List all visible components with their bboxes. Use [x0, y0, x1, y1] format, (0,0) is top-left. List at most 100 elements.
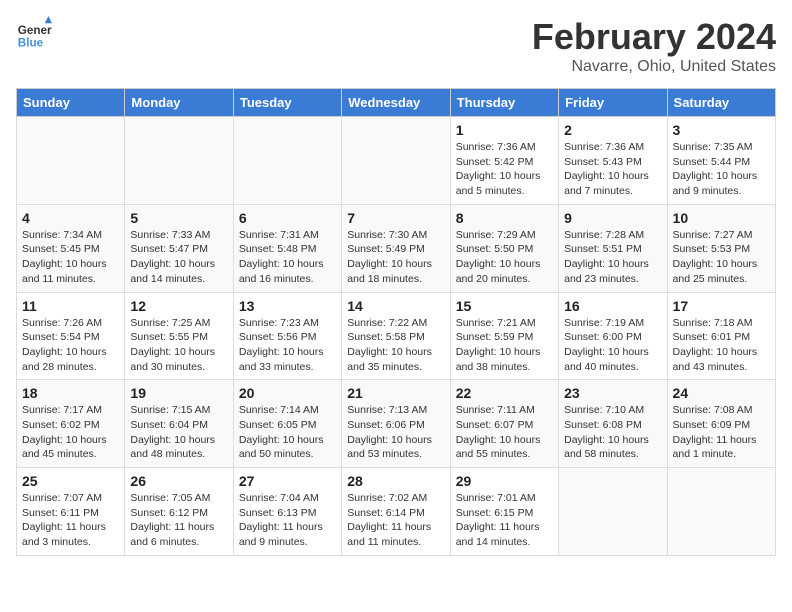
day-info: Sunrise: 7:34 AM Sunset: 5:45 PM Dayligh…	[22, 228, 119, 287]
table-row: 22 Sunrise: 7:11 AM Sunset: 6:07 PM Dayli…	[450, 380, 558, 468]
table-row	[233, 117, 341, 205]
day-info: Sunrise: 7:27 AM Sunset: 5:53 PM Dayligh…	[673, 228, 770, 287]
day-info: Sunrise: 7:04 AM Sunset: 6:13 PM Dayligh…	[239, 491, 336, 550]
day-number: 6	[239, 210, 336, 226]
table-row: 29 Sunrise: 7:01 AM Sunset: 6:15 PM Dayli…	[450, 468, 558, 556]
day-number: 15	[456, 298, 553, 314]
day-number: 28	[347, 473, 444, 489]
table-row: 18 Sunrise: 7:17 AM Sunset: 6:02 PM Dayli…	[17, 380, 125, 468]
calendar-week-row: 18 Sunrise: 7:17 AM Sunset: 6:02 PM Dayli…	[17, 380, 776, 468]
title-block: February 2024 Navarre, Ohio, United Stat…	[532, 16, 776, 76]
day-number: 17	[673, 298, 770, 314]
table-row: 1 Sunrise: 7:36 AM Sunset: 5:42 PM Daylig…	[450, 117, 558, 205]
day-number: 7	[347, 210, 444, 226]
table-row	[342, 117, 450, 205]
day-info: Sunrise: 7:23 AM Sunset: 5:56 PM Dayligh…	[239, 316, 336, 375]
day-info: Sunrise: 7:11 AM Sunset: 6:07 PM Dayligh…	[456, 403, 553, 462]
day-number: 22	[456, 385, 553, 401]
day-info: Sunrise: 7:31 AM Sunset: 5:48 PM Dayligh…	[239, 228, 336, 287]
calendar-week-row: 25 Sunrise: 7:07 AM Sunset: 6:11 PM Dayli…	[17, 468, 776, 556]
day-number: 21	[347, 385, 444, 401]
table-row: 14Sunrise: 7:22 AM Sunset: 5:58 PM Dayli…	[342, 292, 450, 380]
calendar-subtitle: Navarre, Ohio, United States	[532, 58, 776, 76]
day-number: 27	[239, 473, 336, 489]
day-info: Sunrise: 7:01 AM Sunset: 6:15 PM Dayligh…	[456, 491, 553, 550]
day-number: 26	[130, 473, 227, 489]
table-row: 5 Sunrise: 7:33 AM Sunset: 5:47 PM Daylig…	[125, 204, 233, 292]
day-number: 14	[347, 298, 444, 314]
day-number: 9	[564, 210, 661, 226]
day-info: Sunrise: 7:28 AM Sunset: 5:51 PM Dayligh…	[564, 228, 661, 287]
table-row: 9 Sunrise: 7:28 AM Sunset: 5:51 PM Daylig…	[559, 204, 667, 292]
table-row: 10 Sunrise: 7:27 AM Sunset: 5:53 PM Dayli…	[667, 204, 775, 292]
day-info: Sunrise: 7:18 AM Sunset: 6:01 PM Dayligh…	[673, 316, 770, 375]
table-row	[559, 468, 667, 556]
day-number: 20	[239, 385, 336, 401]
table-row: 17 Sunrise: 7:18 AM Sunset: 6:01 PM Dayli…	[667, 292, 775, 380]
table-row: 20 Sunrise: 7:14 AM Sunset: 6:05 PM Dayli…	[233, 380, 341, 468]
calendar-table: Sunday Monday Tuesday Wednesday Thursday…	[16, 88, 776, 556]
col-wednesday: Wednesday	[342, 89, 450, 117]
day-number: 10	[673, 210, 770, 226]
day-number: 12	[130, 298, 227, 314]
day-number: 4	[22, 210, 119, 226]
day-info: Sunrise: 7:07 AM Sunset: 6:11 PM Dayligh…	[22, 491, 119, 550]
day-number: 11	[22, 298, 119, 314]
day-info: Sunrise: 7:21 AM Sunset: 5:59 PM Dayligh…	[456, 316, 553, 375]
day-info: Sunrise: 7:29 AM Sunset: 5:50 PM Dayligh…	[456, 228, 553, 287]
day-info: Sunrise: 7:19 AM Sunset: 6:00 PM Dayligh…	[564, 316, 661, 375]
table-row: 24Sunrise: 7:08 AM Sunset: 6:09 PM Dayli…	[667, 380, 775, 468]
day-number: 18	[22, 385, 119, 401]
logo: General Blue	[16, 16, 52, 52]
table-row: 26Sunrise: 7:05 AM Sunset: 6:12 PM Dayli…	[125, 468, 233, 556]
calendar-week-row: 1 Sunrise: 7:36 AM Sunset: 5:42 PM Daylig…	[17, 117, 776, 205]
table-row: 11 Sunrise: 7:26 AM Sunset: 5:54 PM Dayli…	[17, 292, 125, 380]
day-number: 29	[456, 473, 553, 489]
svg-text:General: General	[18, 24, 52, 37]
day-info: Sunrise: 7:33 AM Sunset: 5:47 PM Dayligh…	[130, 228, 227, 287]
table-row	[17, 117, 125, 205]
day-info: Sunrise: 7:36 AM Sunset: 5:43 PM Dayligh…	[564, 140, 661, 199]
day-info: Sunrise: 7:15 AM Sunset: 6:04 PM Dayligh…	[130, 403, 227, 462]
table-row: 12Sunrise: 7:25 AM Sunset: 5:55 PM Dayli…	[125, 292, 233, 380]
day-number: 24	[673, 385, 770, 401]
table-row: 27 Sunrise: 7:04 AM Sunset: 6:13 PM Dayli…	[233, 468, 341, 556]
day-info: Sunrise: 7:13 AM Sunset: 6:06 PM Dayligh…	[347, 403, 444, 462]
col-friday: Friday	[559, 89, 667, 117]
day-number: 3	[673, 122, 770, 138]
day-number: 16	[564, 298, 661, 314]
day-info: Sunrise: 7:10 AM Sunset: 6:08 PM Dayligh…	[564, 403, 661, 462]
col-tuesday: Tuesday	[233, 89, 341, 117]
day-info: Sunrise: 7:36 AM Sunset: 5:42 PM Dayligh…	[456, 140, 553, 199]
day-number: 1	[456, 122, 553, 138]
table-row: 23Sunrise: 7:10 AM Sunset: 6:08 PM Dayli…	[559, 380, 667, 468]
day-number: 8	[456, 210, 553, 226]
table-row: 16 Sunrise: 7:19 AM Sunset: 6:00 PM Dayli…	[559, 292, 667, 380]
table-row: 15 Sunrise: 7:21 AM Sunset: 5:59 PM Dayli…	[450, 292, 558, 380]
day-number: 25	[22, 473, 119, 489]
day-info: Sunrise: 7:14 AM Sunset: 6:05 PM Dayligh…	[239, 403, 336, 462]
table-row: 19 Sunrise: 7:15 AM Sunset: 6:04 PM Dayli…	[125, 380, 233, 468]
day-info: Sunrise: 7:26 AM Sunset: 5:54 PM Dayligh…	[22, 316, 119, 375]
calendar-week-row: 4 Sunrise: 7:34 AM Sunset: 5:45 PM Daylig…	[17, 204, 776, 292]
day-number: 13	[239, 298, 336, 314]
table-row: 25 Sunrise: 7:07 AM Sunset: 6:11 PM Dayli…	[17, 468, 125, 556]
calendar-title: February 2024	[532, 16, 776, 58]
table-row	[667, 468, 775, 556]
table-row: 7Sunrise: 7:30 AM Sunset: 5:49 PM Daylig…	[342, 204, 450, 292]
col-sunday: Sunday	[17, 89, 125, 117]
table-row: 21 Sunrise: 7:13 AM Sunset: 6:06 PM Dayli…	[342, 380, 450, 468]
calendar-header-row: Sunday Monday Tuesday Wednesday Thursday…	[17, 89, 776, 117]
day-number: 5	[130, 210, 227, 226]
day-info: Sunrise: 7:17 AM Sunset: 6:02 PM Dayligh…	[22, 403, 119, 462]
col-thursday: Thursday	[450, 89, 558, 117]
day-info: Sunrise: 7:35 AM Sunset: 5:44 PM Dayligh…	[673, 140, 770, 199]
table-row: 3 Sunrise: 7:35 AM Sunset: 5:44 PM Daylig…	[667, 117, 775, 205]
table-row: 13 Sunrise: 7:23 AM Sunset: 5:56 PM Dayli…	[233, 292, 341, 380]
logo-icon: General Blue	[16, 16, 52, 52]
table-row	[125, 117, 233, 205]
day-number: 19	[130, 385, 227, 401]
table-row: 8 Sunrise: 7:29 AM Sunset: 5:50 PM Daylig…	[450, 204, 558, 292]
day-info: Sunrise: 7:02 AM Sunset: 6:14 PM Dayligh…	[347, 491, 444, 550]
calendar-week-row: 11 Sunrise: 7:26 AM Sunset: 5:54 PM Dayli…	[17, 292, 776, 380]
